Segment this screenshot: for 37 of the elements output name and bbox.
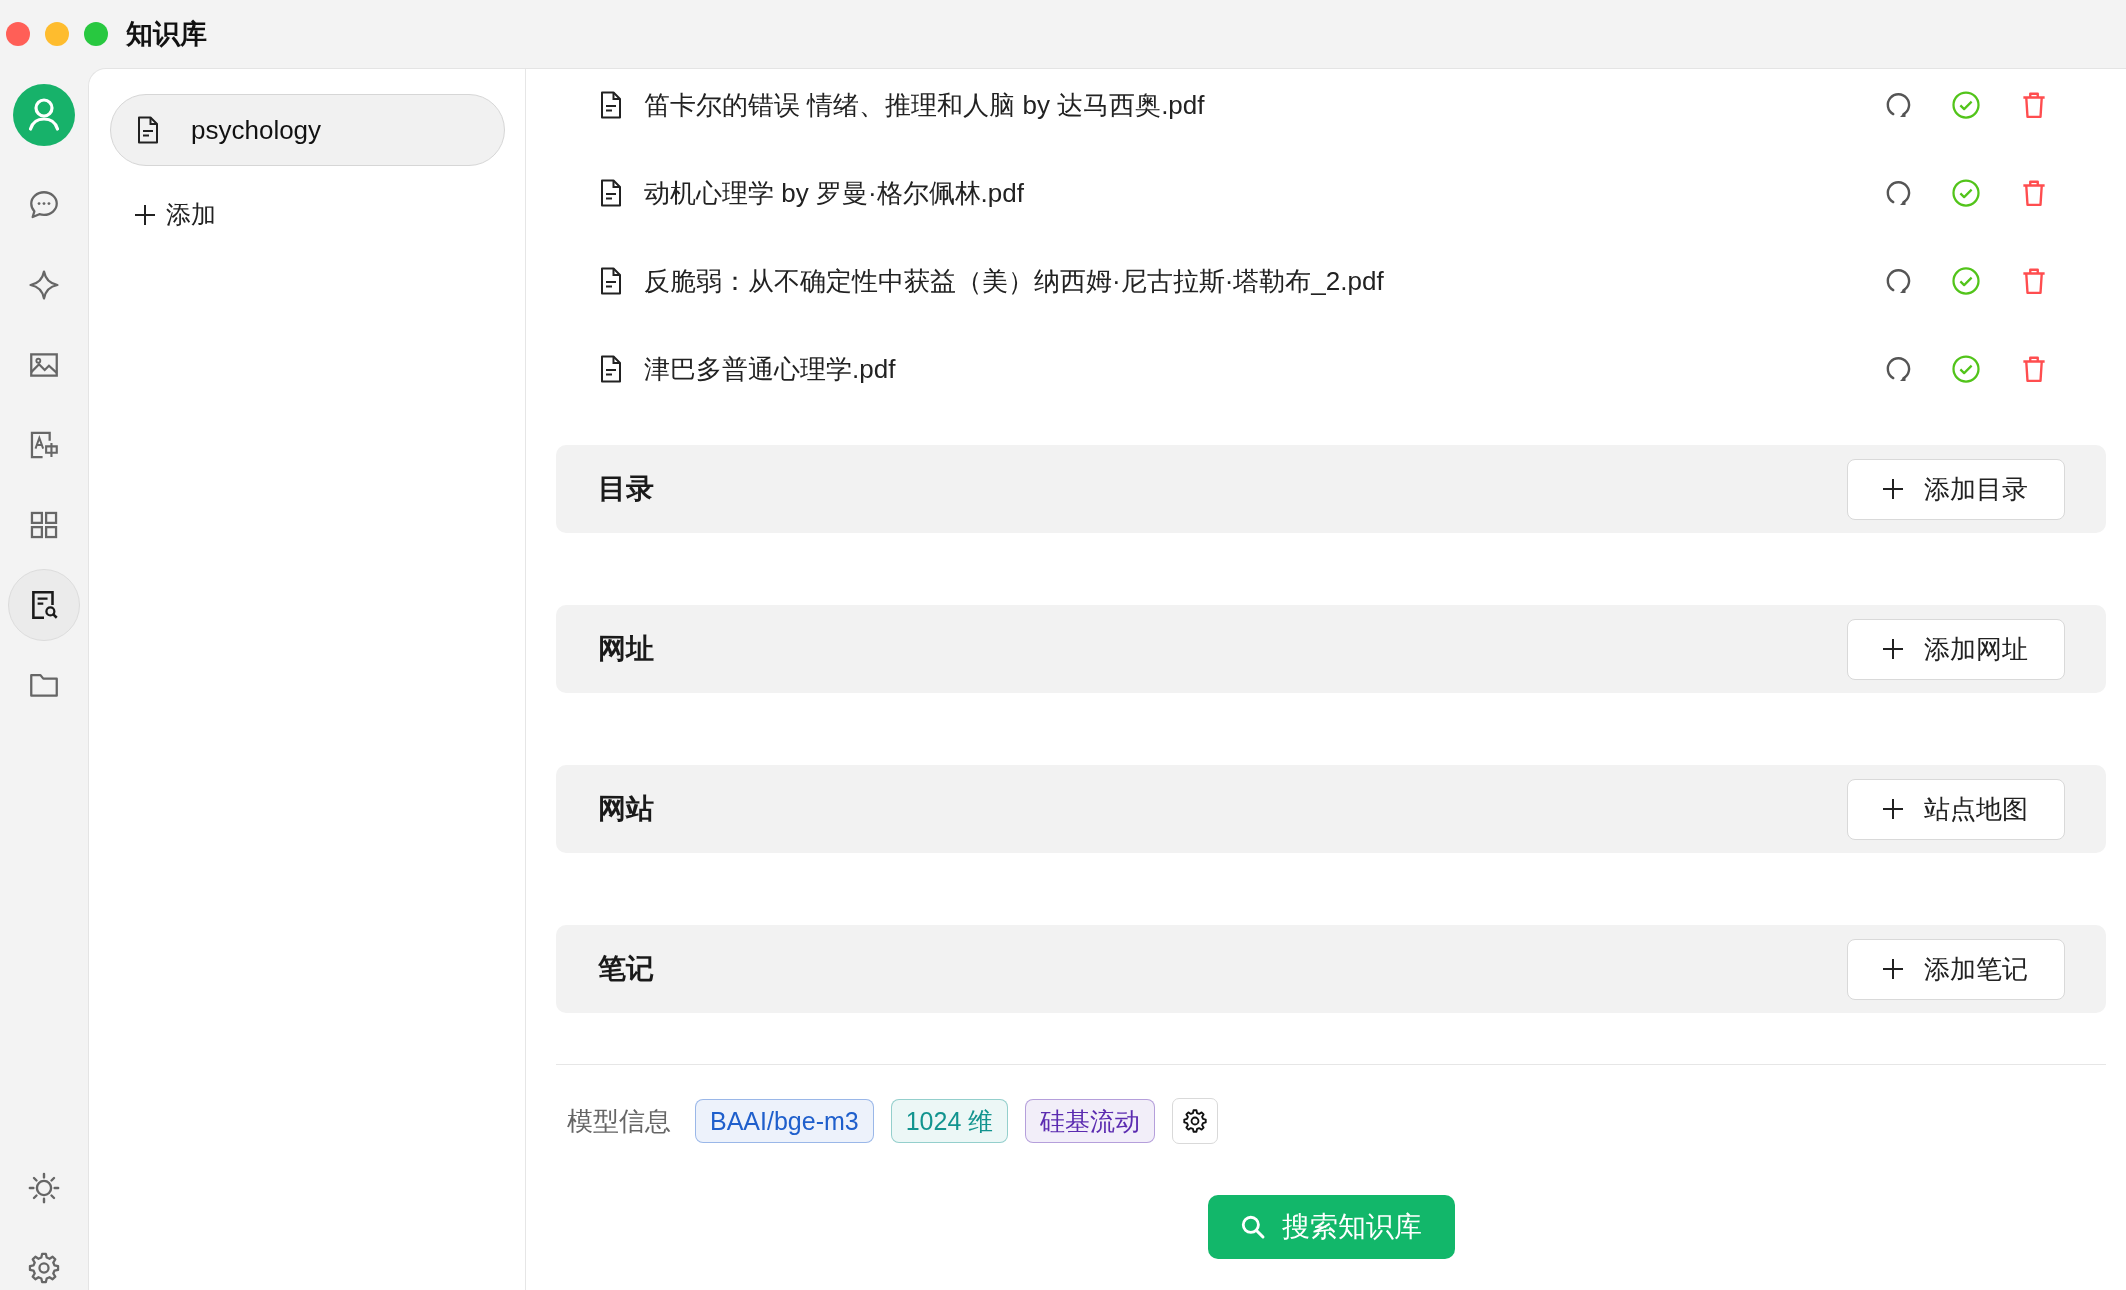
model-tag: BAAI/bge-m3 xyxy=(695,1099,874,1143)
plus-icon xyxy=(1882,478,1904,500)
add-button[interactable]: 添加网址 xyxy=(1847,618,2065,680)
section-title: 网站 xyxy=(598,792,654,826)
window-title: 知识库 xyxy=(126,18,207,51)
file-name: 笛卡尔的错误 情绪、推理和人脑 by 达马西奥.pdf xyxy=(644,88,1205,122)
plus-icon xyxy=(1882,798,1904,820)
file-name: 反脆弱：从不确定性中获益（美）纳西姆·尼古拉斯·塔勒布_2.pdf xyxy=(644,264,1384,298)
plus-icon xyxy=(1882,958,1904,980)
file-name: 动机心理学 by 罗曼·格尔佩林.pdf xyxy=(644,176,1024,210)
document-icon xyxy=(600,91,622,119)
add-button[interactable]: 添加目录 xyxy=(1847,458,2065,520)
section-title: 笔记 xyxy=(598,952,654,986)
file-name: 津巴多普通心理学.pdf xyxy=(644,352,896,386)
model-tag: 1024 维 xyxy=(890,1099,1009,1143)
section-title: 网址 xyxy=(598,632,654,666)
plus-icon xyxy=(134,203,156,226)
knowledge-base-item[interactable]: psychology xyxy=(110,94,505,166)
add-button[interactable]: 站点地图 xyxy=(1847,778,2065,840)
document-icon xyxy=(600,267,622,295)
section-title: 目录 xyxy=(598,472,654,506)
model-info-label: 模型信息 xyxy=(567,1104,671,1138)
document-icon xyxy=(600,355,622,383)
sparkle-icon[interactable] xyxy=(27,268,61,302)
add-button[interactable]: 添加笔记 xyxy=(1847,938,2065,1000)
settings-icon[interactable] xyxy=(27,1251,61,1285)
document-icon xyxy=(600,179,622,207)
sun-icon[interactable] xyxy=(27,1171,61,1205)
add-button[interactable]: 添加 xyxy=(134,198,216,231)
settings-icon xyxy=(1182,1108,1209,1134)
search-icon xyxy=(1240,1214,1266,1240)
plus-icon xyxy=(1882,638,1904,660)
document-icon xyxy=(137,116,159,144)
close-button[interactable] xyxy=(6,22,30,46)
settings-button[interactable] xyxy=(1172,1098,1219,1144)
model-tag: 硅基流动 xyxy=(1025,1099,1156,1143)
avatar-icon[interactable] xyxy=(13,84,75,146)
